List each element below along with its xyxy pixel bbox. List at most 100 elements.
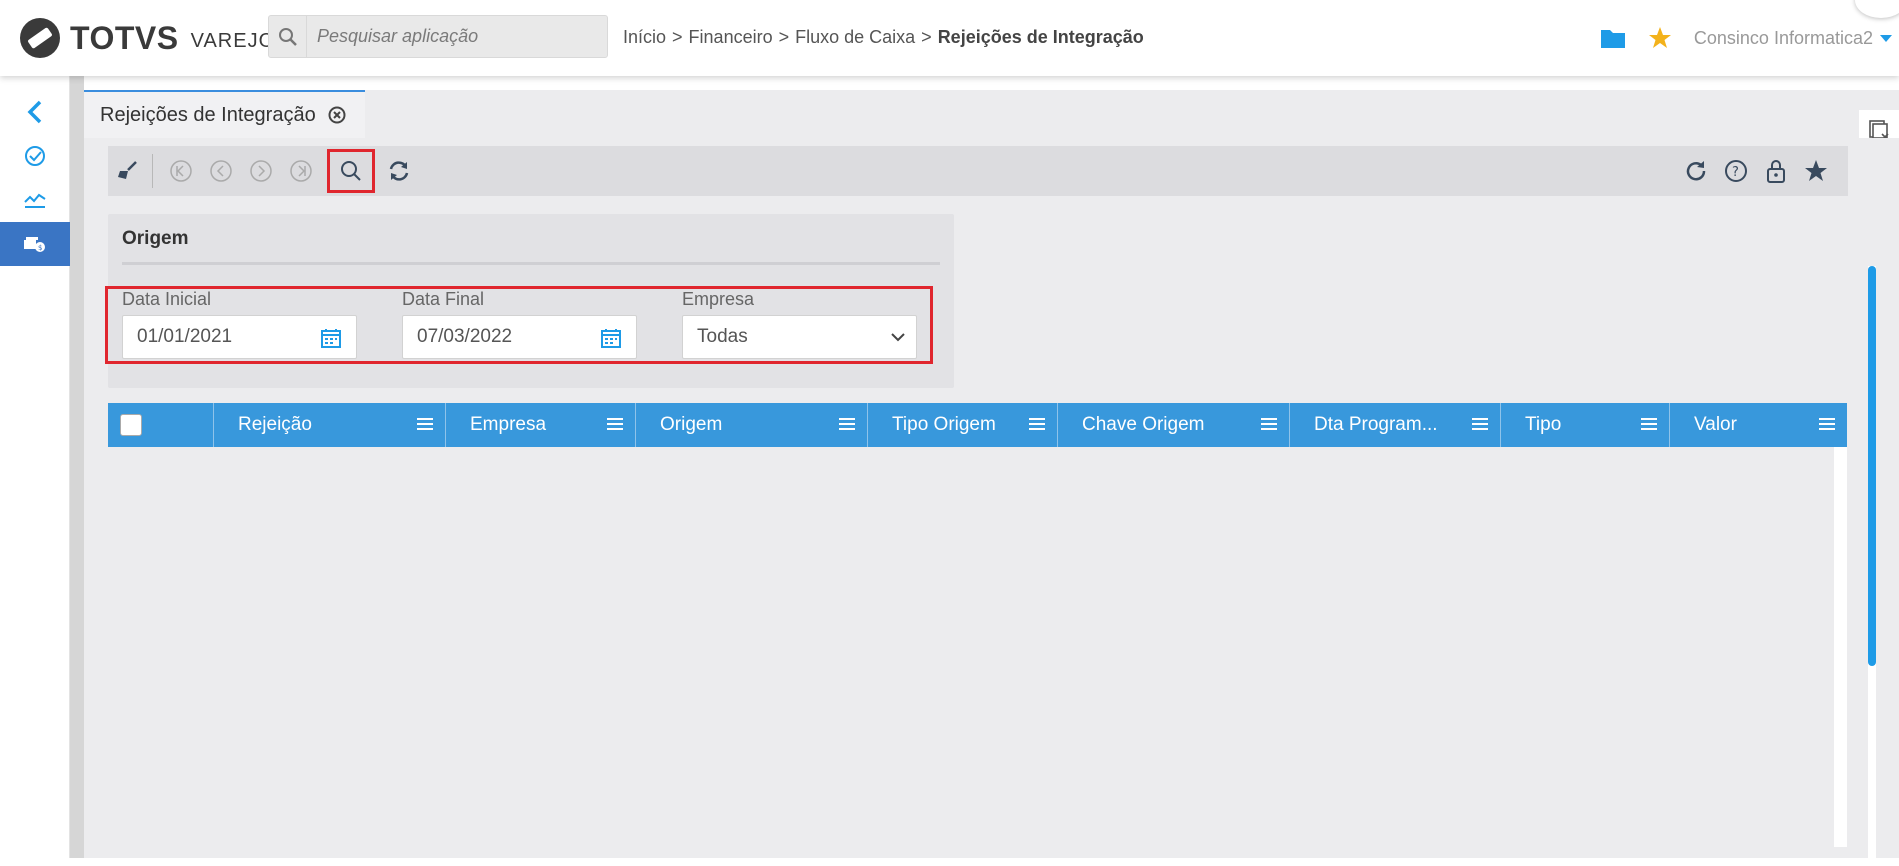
select-all-cell (108, 403, 214, 447)
breadcrumb-item-fluxo-de-caixa[interactable]: Fluxo de Caixa (795, 27, 915, 48)
data-final-value: 07/03/2022 (417, 326, 513, 347)
data-inicial-label: Data Inicial (122, 289, 212, 309)
brand-name: TOTVS (70, 19, 179, 56)
user-name[interactable]: Consinco Informatica2 (1694, 28, 1873, 49)
data-final-field: Data Final 07/03/2022 (402, 289, 637, 359)
select-all-checkbox[interactable] (120, 414, 142, 436)
origem-section: Origem Data Inicial 01/01/2021 Data Fina… (105, 214, 954, 388)
search-icon[interactable] (327, 149, 375, 193)
column-header-chave-origem[interactable]: Chave Origem (1058, 403, 1290, 447)
toolbar: ? (108, 146, 1848, 196)
reload-icon[interactable] (1676, 149, 1716, 193)
star-icon[interactable] (1648, 26, 1672, 50)
column-header-tipo-origem[interactable]: Tipo Origem (868, 403, 1058, 447)
notification-bubble[interactable] (1855, 0, 1899, 18)
column-menu-icon[interactable] (417, 417, 433, 431)
svg-text:?: ? (1732, 165, 1739, 180)
column-label: Rejeição (238, 414, 312, 435)
column-menu-icon[interactable] (1029, 417, 1045, 431)
breadcrumb-separator: > (672, 27, 683, 47)
column-header-origem[interactable]: Origem (636, 403, 868, 447)
empresa-select[interactable]: Todas (682, 315, 917, 359)
top-bar: TOTVS VAREJO Início > Financeiro > Fluxo… (0, 0, 1899, 76)
help-icon[interactable]: ? (1716, 149, 1756, 193)
toolbar-separator (152, 154, 153, 188)
column-label: Tipo Origem (892, 414, 996, 435)
totvs-logo-icon (20, 18, 60, 58)
trend-line-icon (24, 193, 46, 208)
column-label: Tipo (1525, 414, 1562, 435)
logo[interactable]: TOTVS VAREJO (18, 14, 275, 62)
column-label: Dta Program... (1314, 414, 1438, 435)
breadcrumb-item-inicio[interactable]: Início (623, 27, 666, 48)
filters-highlight: Data Inicial 01/01/2021 Data Final 07/03… (105, 286, 933, 364)
section-divider (122, 262, 940, 265)
sidebar-collapse[interactable] (0, 90, 70, 134)
data-inicial-value: 01/01/2021 (137, 326, 233, 347)
data-final-label: Data Final (402, 289, 485, 309)
column-menu-icon[interactable] (1472, 417, 1488, 431)
data-inicial-input[interactable]: 01/01/2021 (122, 315, 357, 359)
grid-body (108, 447, 1834, 847)
column-header-rejeicao[interactable]: Rejeição (214, 403, 446, 447)
app-search (268, 15, 608, 58)
lock-icon[interactable] (1756, 149, 1796, 193)
column-label: Origem (660, 414, 723, 435)
money-icon: $ (24, 237, 45, 252)
close-tab-icon[interactable] (328, 106, 346, 124)
sidebar-divider (70, 76, 84, 858)
data-final-input[interactable]: 07/03/2022 (402, 315, 637, 359)
grid-scrollbar-track[interactable] (1834, 447, 1847, 847)
breadcrumb-current: Rejeições de Integração (937, 27, 1144, 47)
breadcrumb-separator: > (778, 27, 790, 47)
column-header-tipo[interactable]: Tipo (1501, 403, 1670, 447)
grid-header: Rejeição Empresa Origem Tipo Origem Chav… (108, 403, 1847, 447)
previous-icon[interactable] (201, 149, 241, 193)
breadcrumb-item-financeiro[interactable]: Financeiro (689, 27, 773, 48)
section-title: Origem (122, 228, 189, 249)
chevron-left-icon (27, 100, 42, 124)
caret-down-icon[interactable] (1879, 33, 1893, 43)
sidebar-item-tasks[interactable] (0, 134, 70, 178)
sidebar: $ (0, 76, 70, 858)
tab-label: Rejeições de Integração (100, 103, 316, 126)
check-circle-icon (25, 146, 45, 166)
clean-icon[interactable] (108, 149, 148, 193)
calendar-icon[interactable] (320, 327, 342, 349)
svg-text:$: $ (38, 244, 42, 252)
first-icon[interactable] (161, 149, 201, 193)
column-menu-icon[interactable] (1819, 417, 1835, 431)
column-label: Empresa (470, 414, 547, 435)
chevron-down-icon (891, 333, 905, 342)
last-icon[interactable] (281, 149, 321, 193)
column-label: Valor (1694, 414, 1737, 435)
column-header-empresa[interactable]: Empresa (446, 403, 636, 447)
search-icon[interactable] (269, 16, 307, 57)
header-actions: Consinco Informatica2 (1600, 18, 1899, 58)
brand-product: VAREJO (190, 29, 276, 52)
favorite-icon[interactable] (1796, 149, 1836, 193)
main-area: Rejeições de Integração ? Origem Data In… (84, 76, 1899, 866)
data-inicial-field: Data Inicial 01/01/2021 (122, 289, 357, 359)
tab-rejeicoes[interactable]: Rejeições de Integração (84, 90, 365, 138)
column-header-valor[interactable]: Valor (1670, 403, 1847, 447)
next-icon[interactable] (241, 149, 281, 193)
search-input[interactable] (307, 16, 607, 57)
column-menu-icon[interactable] (1641, 417, 1657, 431)
refresh-icon[interactable] (379, 149, 419, 193)
empresa-field: Empresa Todas (682, 289, 917, 359)
calendar-icon[interactable] (600, 327, 622, 349)
column-label: Chave Origem (1082, 414, 1205, 435)
column-menu-icon[interactable] (607, 417, 623, 431)
column-header-dta-programada[interactable]: Dta Program... (1290, 403, 1501, 447)
empresa-label: Empresa (682, 289, 755, 309)
toolbar-right: ? (1676, 149, 1836, 193)
column-menu-icon[interactable] (839, 417, 855, 431)
page-scrollbar-thumb[interactable] (1868, 266, 1876, 666)
empresa-value: Todas (697, 326, 748, 347)
folder-icon[interactable] (1600, 27, 1626, 49)
sidebar-item-financeiro[interactable]: $ (0, 222, 70, 266)
sidebar-item-analytics[interactable] (0, 178, 70, 222)
breadcrumb: Início > Financeiro > Fluxo de Caixa > R… (623, 27, 1144, 48)
column-menu-icon[interactable] (1261, 417, 1277, 431)
